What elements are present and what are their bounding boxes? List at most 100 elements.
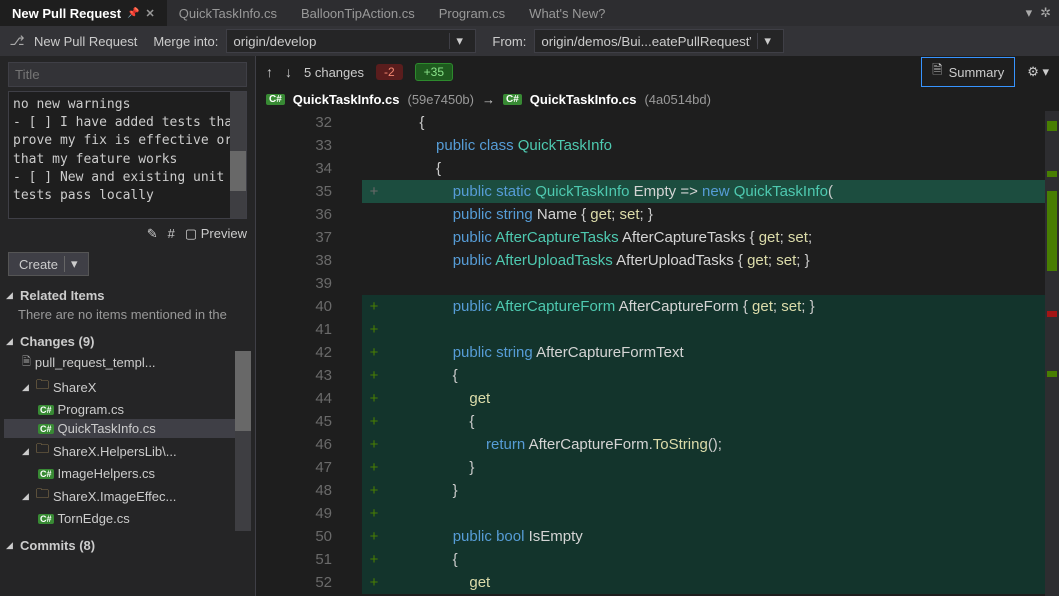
cs-icon: C# — [38, 469, 54, 479]
diff-marker: + — [362, 571, 386, 594]
chevron-down-icon[interactable]: ▾ — [64, 256, 78, 272]
close-icon[interactable]: ✕ — [146, 7, 155, 20]
pr-description-input[interactable]: no new warnings - [ ] I have added tests… — [8, 91, 247, 219]
merge-into-label: Merge into: — [153, 34, 218, 49]
from-select[interactable]: ▾ — [534, 29, 784, 53]
diff-marker — [362, 249, 386, 272]
line-number: 32 — [256, 111, 362, 134]
diff-marker: + — [362, 318, 386, 341]
settings-icon[interactable]: ✲ — [1040, 5, 1051, 21]
next-change-button[interactable]: ↓ — [285, 64, 292, 80]
code-line: 35+ public static QuickTaskInfo Empty =>… — [256, 180, 1059, 203]
code-line: 40+ public AfterCaptureForm AfterCapture… — [256, 295, 1059, 318]
tab-label: What's New? — [529, 6, 605, 21]
chevron-down-icon: ◢ — [22, 491, 32, 502]
diff-marker[interactable] — [1047, 311, 1057, 317]
prev-change-button[interactable]: ↑ — [266, 64, 273, 80]
diff-marker[interactable] — [1047, 371, 1057, 377]
create-button[interactable]: Create ▾ — [8, 252, 89, 276]
pr-toolbar: ⎇ New Pull Request Merge into: ▾ From: ▾ — [0, 26, 1059, 56]
diff-marker: + — [362, 525, 386, 548]
line-number: 42 — [256, 341, 362, 364]
line-number: 51 — [256, 548, 362, 571]
edit-icon[interactable]: ✎ — [147, 226, 158, 242]
diff-marker — [362, 272, 386, 295]
code-line: 34 { — [256, 157, 1059, 180]
gear-icon[interactable]: ⚙ ▾ — [1027, 64, 1049, 80]
diff-marker — [362, 111, 386, 134]
commits-header[interactable]: ◢ Commits (8) — [0, 536, 255, 555]
tree-item[interactable]: 🗎pull_request_templ... — [4, 351, 251, 374]
tree-item-label: ImageHelpers.cs — [58, 466, 156, 481]
overflow-icon[interactable]: ▾ — [1026, 5, 1033, 21]
tab-program[interactable]: Program.cs — [427, 0, 517, 26]
tree-item-label: ShareX.ImageEffec... — [53, 489, 176, 504]
arrow-right-icon: → — [482, 92, 495, 107]
line-number: 41 — [256, 318, 362, 341]
summary-button[interactable]: 🗎 Summary — [921, 57, 1015, 87]
diff-marker: + — [362, 456, 386, 479]
line-number: 36 — [256, 203, 362, 226]
code-line: 42+ public string AfterCaptureFormText — [256, 341, 1059, 364]
code-line: 45+ { — [256, 410, 1059, 433]
diff-marker: + — [362, 548, 386, 571]
line-number: 37 — [256, 226, 362, 249]
related-items-header[interactable]: ◢ Related Items — [0, 286, 255, 305]
folder-icon: 🗀 — [36, 376, 49, 398]
tree-item[interactable]: ◢🗀ShareX.HelpersLib\... — [4, 438, 251, 464]
cs-badge: C# — [266, 94, 285, 105]
code-line: 36 public string Name { get; set; } — [256, 203, 1059, 226]
diff-marker[interactable] — [1047, 191, 1057, 271]
preview-button[interactable]: ▢ Preview — [185, 226, 247, 242]
tab-balloontip[interactable]: BalloonTipAction.cs — [289, 0, 427, 26]
tree-item[interactable]: C# Program.cs — [4, 400, 251, 419]
tab-new-pull-request[interactable]: New Pull Request 📌 ✕ — [0, 0, 167, 26]
chevron-down-icon[interactable]: ▾ — [449, 33, 463, 49]
scrollbar[interactable] — [1045, 111, 1059, 596]
file-icon: 🗎 — [22, 353, 31, 372]
line-number: 45 — [256, 410, 362, 433]
tree-item[interactable]: C#QuickTaskInfo.cs — [4, 419, 251, 438]
line-number: 40 — [256, 295, 362, 318]
chevron-down-icon[interactable]: ▾ — [757, 33, 771, 49]
tab-label: New Pull Request — [12, 6, 121, 21]
code-line: 52+ get — [256, 571, 1059, 594]
changes-header[interactable]: ◢ Changes (9) — [0, 332, 255, 351]
from-input[interactable] — [541, 34, 751, 49]
diff-marker — [362, 157, 386, 180]
scrollbar-thumb[interactable] — [235, 351, 251, 431]
line-number: 38 — [256, 249, 362, 272]
additions-badge: +35 — [415, 63, 453, 81]
chevron-down-icon: ◢ — [22, 446, 32, 457]
diff-marker: + — [362, 180, 386, 203]
diff-marker[interactable] — [1047, 171, 1057, 177]
line-number: 43 — [256, 364, 362, 387]
tree-item[interactable]: ◢ 🗀 ShareX.ImageEffec... — [4, 483, 251, 509]
chevron-down-icon: ◢ — [6, 336, 16, 347]
diff-marker: + — [362, 387, 386, 410]
folder-icon: 🗀 — [36, 485, 49, 507]
line-number: 47 — [256, 456, 362, 479]
tree-item[interactable]: C# ImageHelpers.cs — [4, 464, 251, 483]
code-area[interactable]: 32 {33 public class QuickTaskInfo34 {35+… — [256, 111, 1059, 596]
tree-item-label: Program.cs — [58, 402, 124, 417]
merge-into-select[interactable]: ▾ — [226, 29, 476, 53]
tree-item[interactable]: C#TornEdge.cs — [4, 509, 251, 528]
pin-icon[interactable]: 📌 — [127, 8, 139, 19]
diff-marker[interactable] — [1047, 121, 1057, 131]
pr-title-input[interactable] — [8, 62, 247, 87]
tab-whatsnew[interactable]: What's New? — [517, 0, 617, 26]
tree-item[interactable]: ◢🗀ShareX — [4, 374, 251, 400]
left-hash: (59e7450b) — [407, 92, 474, 107]
cs-icon: C# — [38, 405, 54, 415]
merge-into-input[interactable] — [233, 34, 443, 49]
changes-count: 5 changes — [304, 65, 364, 80]
code-line: 46+ return AfterCaptureForm.ToString(); — [256, 433, 1059, 456]
related-items-body: There are no items mentioned in the — [0, 305, 255, 324]
scrollbar-thumb[interactable] — [230, 151, 246, 191]
from-label: From: — [492, 34, 526, 49]
tree-item-label: TornEdge.cs — [58, 511, 130, 526]
code-line: 50+ public bool IsEmpty — [256, 525, 1059, 548]
hash-icon[interactable]: # — [168, 226, 175, 242]
tab-quicktaskinfo[interactable]: QuickTaskInfo.cs — [167, 0, 289, 26]
